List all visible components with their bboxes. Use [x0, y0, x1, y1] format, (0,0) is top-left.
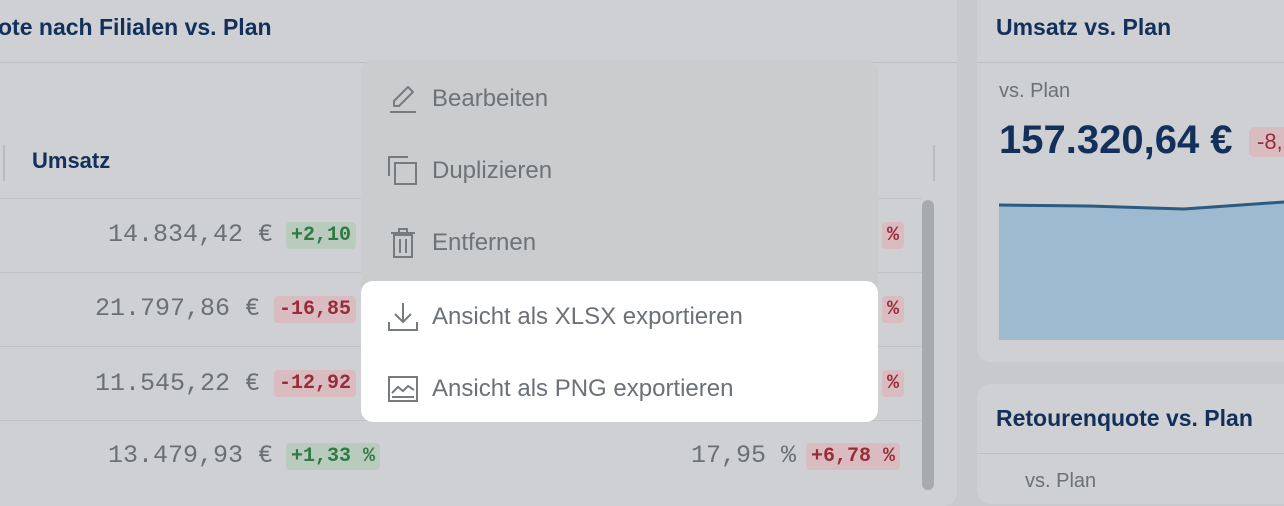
retourenquote-card	[977, 384, 1284, 504]
menu-item-duplicate[interactable]: Duplizieren	[361, 135, 878, 207]
quote-value-row-4: 17,95 %	[691, 441, 797, 470]
download-icon	[388, 303, 418, 331]
export-section: Ansicht als XLSX exportieren Ansicht als…	[361, 281, 878, 422]
quote-badge-row-3: %	[882, 370, 905, 397]
image-icon	[388, 376, 418, 402]
card-divider	[977, 453, 1284, 454]
umsatz-badge-row-1: +2,10	[286, 222, 357, 249]
menu-item-export-xlsx[interactable]: Ansicht als XLSX exportieren	[361, 281, 878, 353]
umsatz-vs-plan-title: Umsatz vs. Plan	[996, 14, 1172, 40]
menu-item-label: Ansicht als XLSX exportieren	[432, 303, 743, 330]
branch-table-title: ote nach Filialen vs. Plan	[0, 14, 272, 40]
retourenquote-title: Retourenquote vs. Plan	[996, 405, 1253, 431]
umsatz-value-row-4: 13.479,93 €	[108, 441, 274, 470]
umsatz-value-row-2: 21.797,86 €	[95, 294, 261, 323]
context-menu: Bearbeiten Duplizieren Entfernen Ansicht…	[361, 60, 878, 422]
table-scrollbar[interactable]	[922, 200, 934, 490]
trash-icon	[391, 228, 415, 258]
umsatz-total-value: 157.320,64 €	[999, 118, 1233, 162]
umsatz-value-row-3: 11.545,22 €	[95, 369, 261, 398]
pencil-icon	[390, 86, 416, 113]
umsatz-area-chart	[999, 200, 1284, 340]
umsatz-badge-row-2: -16,85	[274, 296, 357, 323]
quote-badge-row-1: %	[882, 222, 905, 249]
menu-item-export-png[interactable]: Ansicht als PNG exportieren	[361, 353, 878, 422]
column-header-umsatz[interactable]: Umsatz	[32, 148, 110, 174]
quote-badge-row-4: +6,78 %	[806, 443, 901, 470]
umsatz-value-row-1: 14.834,42 €	[108, 220, 274, 249]
column-separator[interactable]	[3, 145, 5, 181]
quote-badge-row-2: %	[882, 296, 905, 323]
menu-item-label: Duplizieren	[432, 157, 553, 184]
vs-plan-label-2: vs. Plan	[1025, 470, 1097, 492]
menu-item-label: Ansicht als PNG exportieren	[432, 375, 734, 402]
menu-item-label: Entfernen	[432, 229, 537, 256]
duplicate-icon	[388, 156, 417, 185]
umsatz-badge-row-3: -12,92	[274, 370, 357, 397]
umsatz-badge-row-4: +1,33 %	[286, 443, 381, 470]
area-fill	[999, 202, 1284, 340]
menu-item-label: Bearbeiten	[432, 85, 549, 112]
vs-plan-label: vs. Plan	[999, 80, 1071, 102]
column-separator-right[interactable]	[933, 145, 935, 181]
menu-item-remove[interactable]: Entfernen	[361, 207, 878, 279]
umsatz-delta-badge: -8,	[1249, 127, 1284, 157]
menu-item-edit[interactable]: Bearbeiten	[361, 63, 878, 135]
card-divider	[977, 62, 1284, 63]
